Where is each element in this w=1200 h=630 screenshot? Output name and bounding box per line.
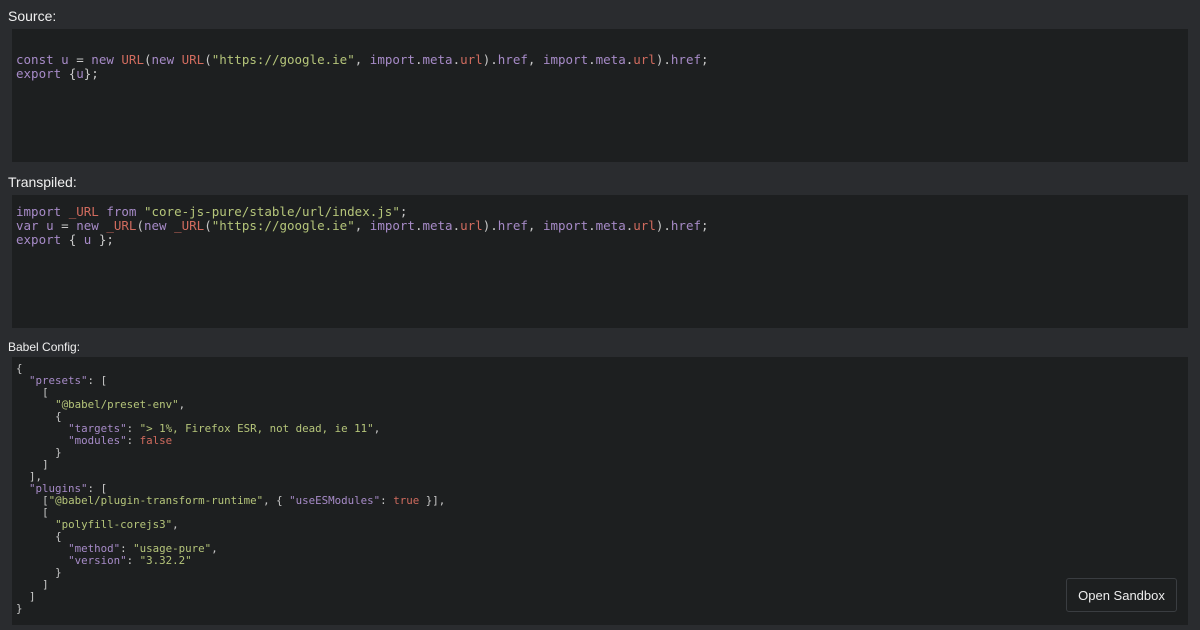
open-sandbox-button[interactable]: Open Sandbox: [1066, 578, 1177, 612]
source-heading: Source:: [8, 8, 57, 24]
source-code-panel[interactable]: const u = new URL(new URL("https://googl…: [12, 29, 1188, 162]
config-code-panel[interactable]: { "presets": [ [ "@babel/preset-env", { …: [12, 357, 1188, 625]
transpiled-code-panel[interactable]: import _URL from "core-js-pure/stable/ur…: [12, 195, 1188, 328]
config-heading: Babel Config:: [8, 340, 81, 354]
transpiled-heading: Transpiled:: [8, 174, 77, 190]
source-code: const u = new URL(new URL("https://googl…: [16, 52, 709, 81]
config-code: { "presets": [ [ "@babel/preset-env", { …: [16, 362, 446, 615]
transpiled-code: import _URL from "core-js-pure/stable/ur…: [16, 204, 709, 247]
